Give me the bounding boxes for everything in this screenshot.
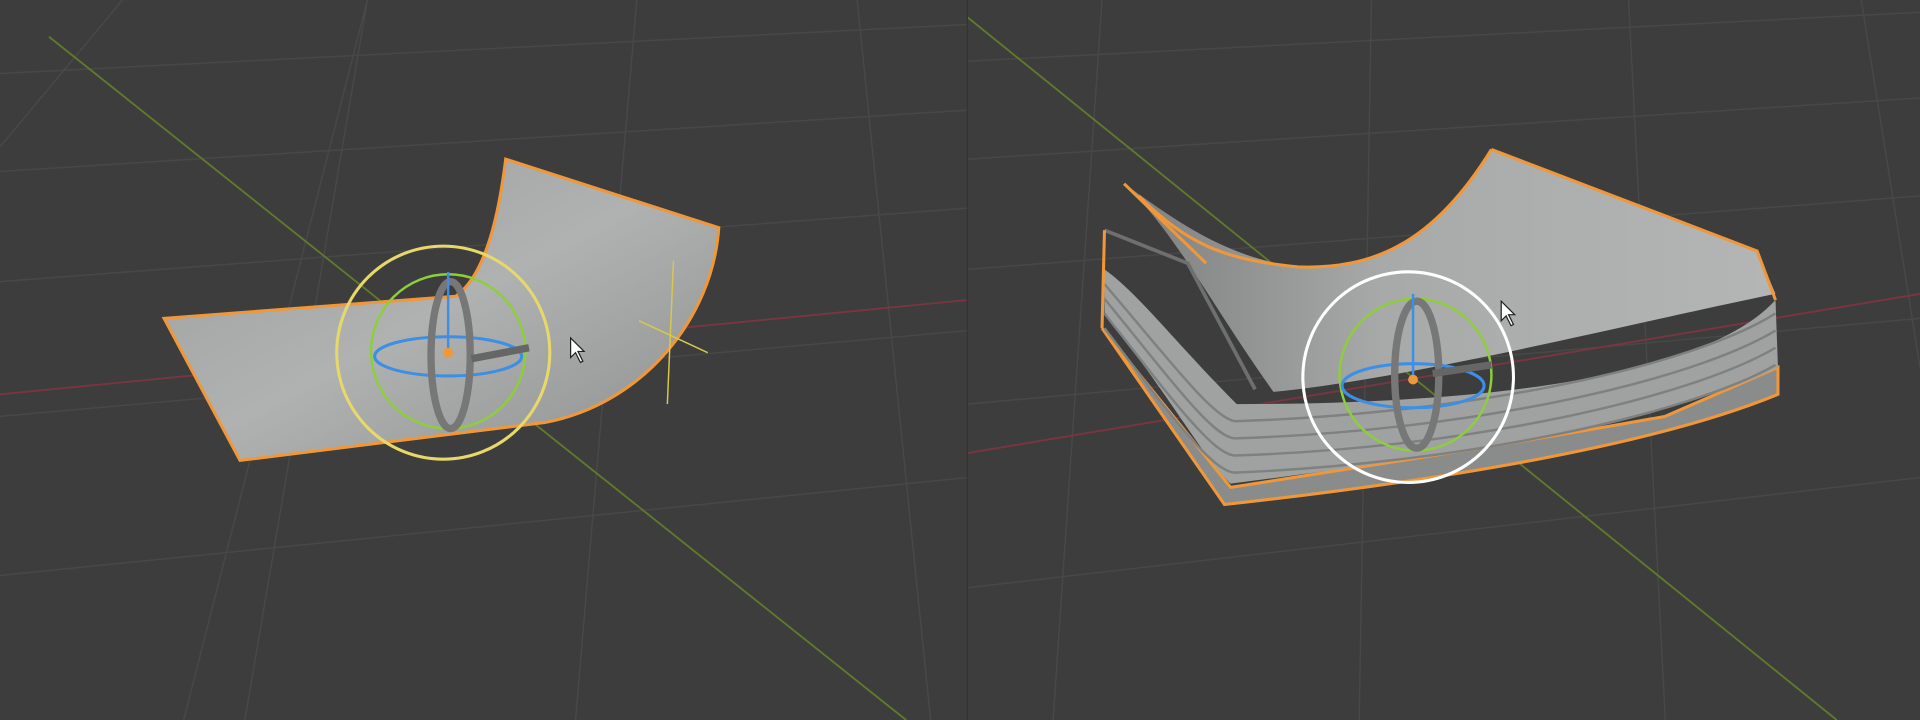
3d-viewport[interactable] <box>0 0 1920 720</box>
viewport-canvas[interactable] <box>0 0 1920 720</box>
